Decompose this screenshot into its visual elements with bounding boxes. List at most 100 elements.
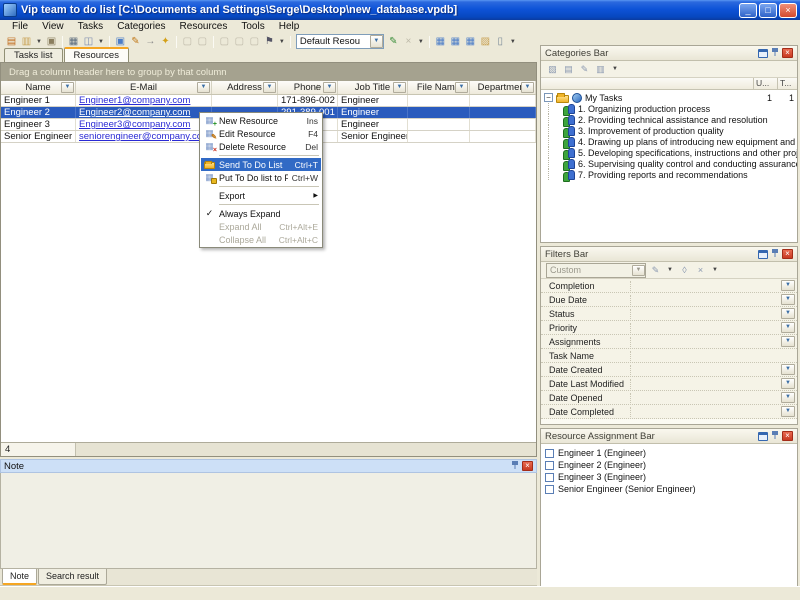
minimize-button[interactable]: _ bbox=[739, 3, 757, 18]
menu-tasks[interactable]: Tasks bbox=[72, 21, 110, 32]
resource-restore-icon[interactable] bbox=[758, 432, 768, 441]
toolbar-overflow-icon[interactable]: ▼ bbox=[510, 39, 516, 45]
cell-job-title[interactable]: Engineer bbox=[338, 107, 408, 118]
categories-pin-icon[interactable] bbox=[771, 47, 779, 60]
combo-dropdown-icon[interactable]: ▼ bbox=[370, 35, 383, 48]
new-database-icon[interactable]: ▤ bbox=[4, 34, 19, 49]
filters-overflow-icon[interactable]: ▼ bbox=[712, 267, 718, 273]
file-name-filter-arrow-icon[interactable]: ▼ bbox=[455, 82, 468, 93]
menu-item-new-resource[interactable]: ▦ New Resource Ins bbox=[201, 114, 321, 127]
cell-address[interactable] bbox=[212, 95, 278, 106]
apply-filter-dropdown-icon[interactable]: ▼ bbox=[667, 267, 673, 273]
delete-category-icon[interactable]: ▥ bbox=[594, 63, 607, 76]
column-header-phone[interactable]: Phone△▼ bbox=[278, 81, 338, 94]
root-label[interactable]: My Tasks bbox=[585, 93, 753, 103]
filter-dropdown-icon[interactable]: ▼ bbox=[279, 39, 285, 45]
cell-job-title[interactable]: Engineer bbox=[338, 95, 408, 106]
export-folder-icon[interactable]: ▨ bbox=[478, 34, 493, 49]
list-item[interactable]: 3. Improvement of production quality bbox=[541, 125, 797, 136]
cell-name[interactable]: Engineer 1 bbox=[1, 95, 76, 106]
key-icon[interactable]: ✦ bbox=[158, 34, 173, 49]
assign-overflow-icon[interactable]: ▼ bbox=[418, 39, 424, 45]
column-header-name[interactable]: Name▼ bbox=[1, 81, 76, 94]
list-item[interactable]: 5. Developing specifications, instructio… bbox=[541, 147, 797, 158]
complete-icon[interactable]: ▢ bbox=[247, 34, 262, 49]
menu-item-always-expand[interactable]: ✓ Always Expand bbox=[201, 207, 321, 220]
tree-root-my-tasks[interactable]: − My Tasks 1 1 bbox=[541, 92, 797, 103]
default-resource-combo[interactable]: Default Resou ▼ bbox=[296, 34, 384, 49]
note-close-icon[interactable]: × bbox=[522, 461, 533, 471]
menu-item-export[interactable]: Export ▶ bbox=[201, 189, 321, 202]
cell-email-link[interactable]: seniorengineer@company.com bbox=[76, 131, 212, 142]
open-dropdown-icon[interactable]: ▼ bbox=[36, 39, 42, 45]
cell-department[interactable] bbox=[470, 119, 536, 130]
resource-close-icon[interactable]: × bbox=[782, 431, 793, 441]
table-row[interactable]: Engineer 1 Engineer1@company.com 171-896… bbox=[1, 95, 536, 107]
restore-button[interactable]: □ bbox=[759, 3, 777, 18]
menu-file[interactable]: File bbox=[6, 21, 34, 32]
table-add-icon[interactable]: ▦ bbox=[433, 34, 448, 49]
apply-filter-icon[interactable]: ✎ bbox=[649, 264, 662, 277]
cell-name[interactable]: Senior Engineer bbox=[1, 131, 76, 142]
assign-pencil-icon[interactable]: ✎ bbox=[386, 34, 401, 49]
menu-resources[interactable]: Resources bbox=[174, 21, 234, 32]
checkbox[interactable] bbox=[545, 461, 554, 470]
column-header-t[interactable]: T... bbox=[777, 78, 797, 89]
date-created-dropdown-icon[interactable]: ▼ bbox=[781, 364, 795, 375]
checkbox[interactable] bbox=[545, 449, 554, 458]
list-item[interactable]: 7. Providing reports and recommendations bbox=[541, 169, 797, 180]
paste-icon[interactable]: ▣ bbox=[44, 34, 59, 49]
indent-icon[interactable]: ▢ bbox=[217, 34, 232, 49]
cell-file-name[interactable] bbox=[408, 131, 470, 142]
group-by-drop-zone[interactable]: Drag a column header here to group by th… bbox=[1, 63, 536, 81]
column-header-file-name[interactable]: File Name▼ bbox=[408, 81, 470, 94]
erase-filter-icon[interactable]: ◊ bbox=[678, 264, 691, 277]
menu-tools[interactable]: Tools bbox=[235, 21, 270, 32]
email-filter-arrow-icon[interactable]: ▼ bbox=[197, 82, 210, 93]
table-delete-icon[interactable]: ▦ bbox=[463, 34, 478, 49]
column-header-department[interactable]: Department▼ bbox=[470, 81, 536, 94]
recycle-icon[interactable]: ▯ bbox=[493, 34, 508, 49]
date-completed-dropdown-icon[interactable]: ▼ bbox=[781, 406, 795, 417]
checkbox[interactable] bbox=[545, 473, 554, 482]
close-button[interactable]: × bbox=[779, 3, 797, 18]
cell-email-link[interactable]: Engineer1@company.com bbox=[76, 95, 212, 106]
job-title-filter-arrow-icon[interactable]: ▼ bbox=[393, 82, 406, 93]
modify-category-icon[interactable]: ✎ bbox=[578, 63, 591, 76]
assignments-dropdown-icon[interactable]: ▼ bbox=[781, 336, 795, 347]
cell-file-name[interactable] bbox=[408, 107, 470, 118]
cell-job-title[interactable]: Senior Engineer bbox=[338, 131, 408, 142]
categories-overflow-icon[interactable]: ▼ bbox=[612, 66, 618, 72]
phone-filter-arrow-icon[interactable]: ▼ bbox=[323, 82, 336, 93]
column-header-u[interactable]: U... bbox=[753, 78, 777, 89]
note-editor[interactable] bbox=[0, 473, 537, 569]
menu-help[interactable]: Help bbox=[273, 21, 306, 32]
list-item[interactable]: Engineer 3 (Engineer) bbox=[541, 471, 797, 483]
cell-department[interactable] bbox=[470, 131, 536, 142]
menu-item-edit-resource[interactable]: ▦ Edit Resource F4 bbox=[201, 127, 321, 140]
column-header-address[interactable]: Address▼ bbox=[212, 81, 278, 94]
categories-close-icon[interactable]: × bbox=[782, 48, 793, 58]
cell-phone[interactable]: 171-896-002 bbox=[278, 95, 338, 106]
move-down-icon[interactable]: ▢ bbox=[195, 34, 210, 49]
cell-department[interactable] bbox=[470, 107, 536, 118]
menu-item-delete-resource[interactable]: ▦ Delete Resource Del bbox=[201, 140, 321, 153]
list-item[interactable]: Engineer 1 (Engineer) bbox=[541, 447, 797, 459]
status-dropdown-icon[interactable]: ▼ bbox=[781, 308, 795, 319]
priority-dropdown-icon[interactable]: ▼ bbox=[781, 322, 795, 333]
new-category-icon[interactable]: ▧ bbox=[546, 63, 559, 76]
department-filter-arrow-icon[interactable]: ▼ bbox=[521, 82, 534, 93]
note-pin-icon[interactable] bbox=[511, 460, 519, 473]
edit-category-icon[interactable]: ▤ bbox=[562, 63, 575, 76]
open-database-icon[interactable]: ▥ bbox=[19, 34, 34, 49]
checkbox[interactable] bbox=[545, 485, 554, 494]
tab-resources[interactable]: Resources bbox=[64, 47, 129, 62]
date-last-modified-dropdown-icon[interactable]: ▼ bbox=[781, 378, 795, 389]
tab-search-result[interactable]: Search result bbox=[38, 569, 107, 585]
table-edit-icon[interactable]: ▦ bbox=[448, 34, 463, 49]
cell-file-name[interactable] bbox=[408, 119, 470, 130]
address-filter-arrow-icon[interactable]: ▼ bbox=[263, 82, 276, 93]
menu-categories[interactable]: Categories bbox=[111, 21, 171, 32]
hand-icon[interactable]: → bbox=[143, 34, 158, 49]
date-opened-dropdown-icon[interactable]: ▼ bbox=[781, 392, 795, 403]
